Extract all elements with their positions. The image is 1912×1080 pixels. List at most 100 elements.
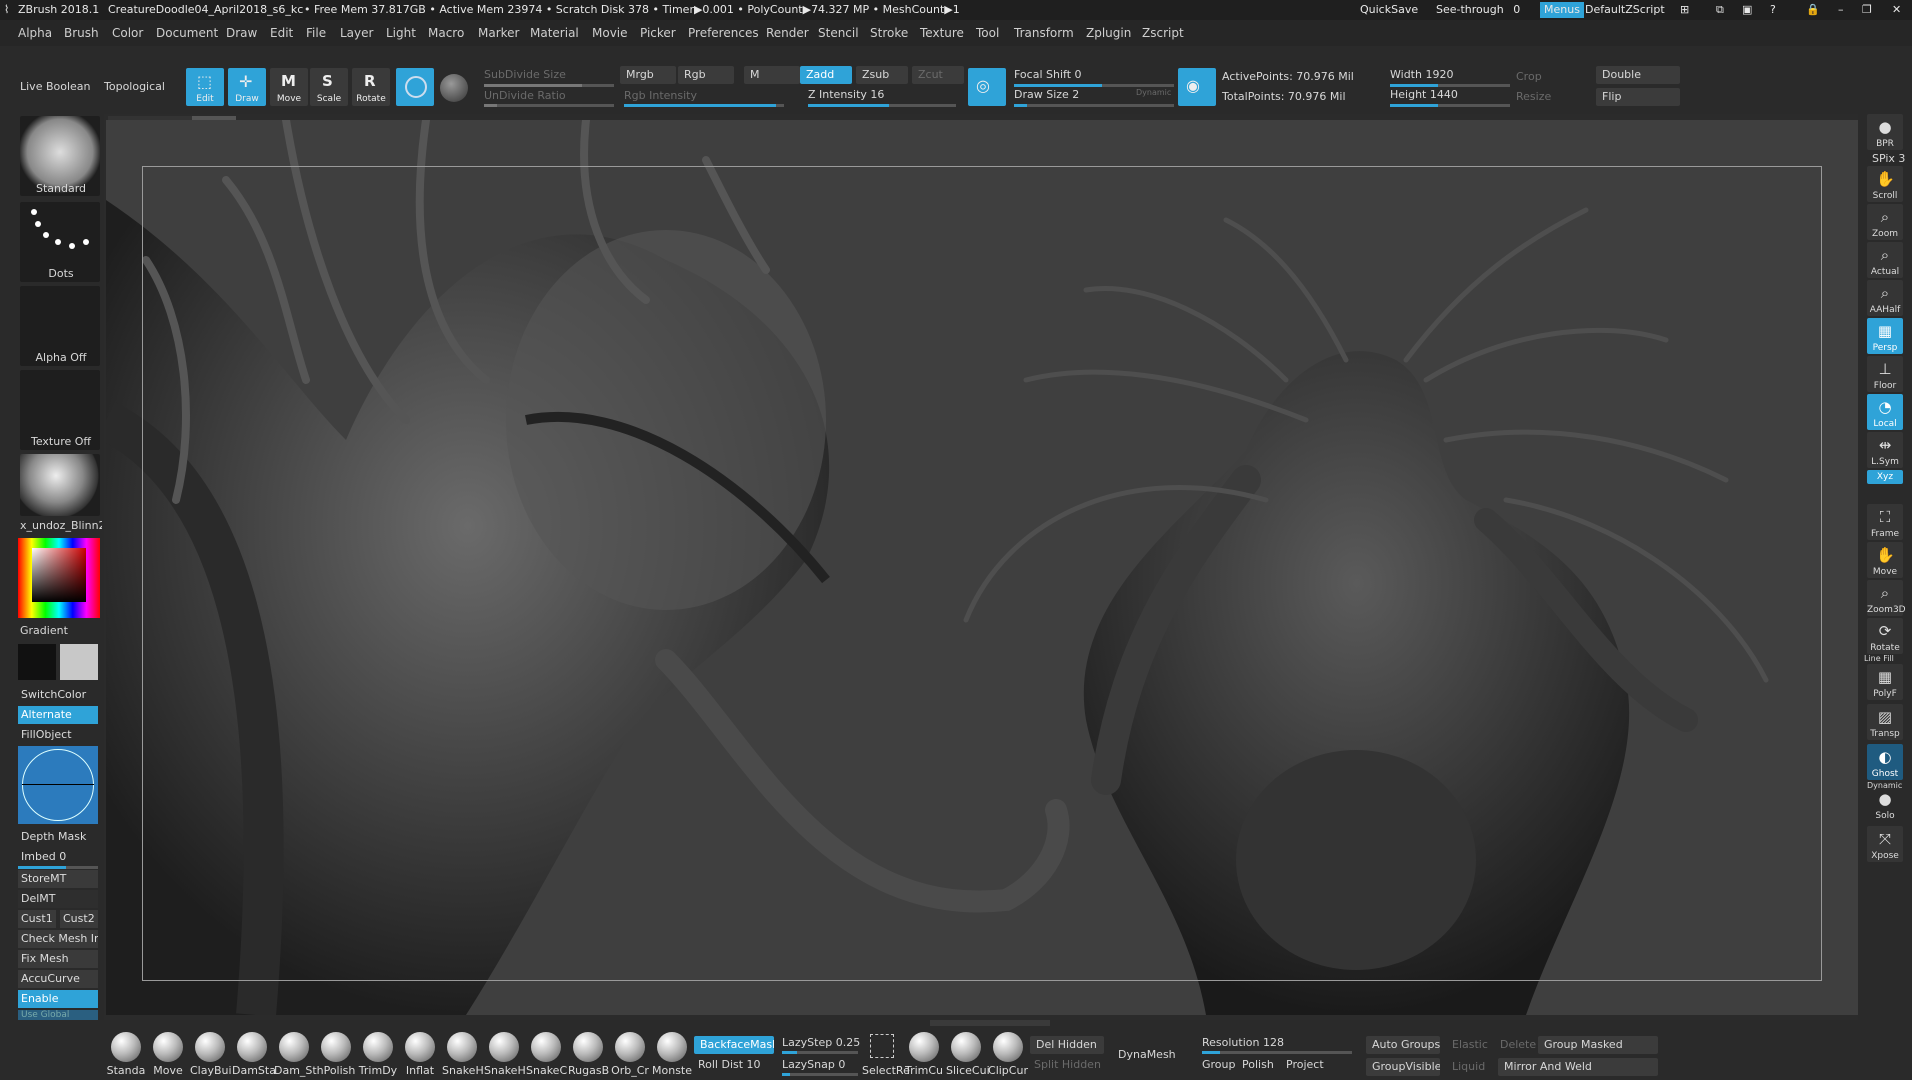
see-through-slider[interactable]: See-through 0 [1436, 0, 1526, 20]
draw-tool-button[interactable]: ✛ Draw [228, 68, 266, 106]
brush-slot-monster[interactable]: Monste [652, 1032, 692, 1077]
xyz-button[interactable]: Xyz [1867, 470, 1903, 484]
save-layout-icon[interactable]: ▣ [1742, 0, 1752, 20]
menu-alpha[interactable]: Alpha [18, 20, 52, 46]
auto-groups-button[interactable]: Auto Groups [1366, 1036, 1440, 1054]
draw-size-slider[interactable]: Draw Size 2 [1014, 88, 1079, 101]
sculptris-pro-button[interactable] [396, 68, 434, 106]
split-hidden-button[interactable]: Split Hidden [1034, 1058, 1101, 1071]
close-icon[interactable]: ✕ [1892, 0, 1901, 20]
alternate-button[interactable]: Alternate [18, 706, 98, 724]
brush-slot-snakecurve[interactable]: SnakeC [526, 1032, 567, 1077]
brush-slot-orb-cracks[interactable]: Orb_Cr [610, 1032, 650, 1077]
aahalf-button[interactable]: ⌕ AAHalf [1867, 280, 1903, 316]
rgb-button[interactable]: Rgb [678, 66, 734, 84]
menu-draw[interactable]: Draw [226, 20, 257, 46]
brush-slot-snakehook2[interactable]: SnakeH [484, 1032, 526, 1077]
clipcurve-button[interactable]: ClipCur [988, 1032, 1028, 1077]
cust2-button[interactable]: Cust2 [60, 910, 98, 928]
topological-button[interactable]: Topological [104, 80, 165, 93]
primary-color-swatch[interactable] [18, 644, 56, 680]
menu-color[interactable]: Color [112, 20, 143, 46]
flip-button[interactable]: Flip [1596, 88, 1680, 106]
menu-brush[interactable]: Brush [64, 20, 99, 46]
brush-slot-claybuildup[interactable]: ClayBui [190, 1032, 232, 1077]
liquid-toggle[interactable]: Liquid [1452, 1060, 1485, 1073]
z-intensity-slider[interactable]: Z Intensity 16 [808, 88, 884, 101]
brush-slot-standard[interactable]: Standa [106, 1032, 146, 1077]
brush-slot-rugas[interactable]: RugasB [568, 1032, 609, 1077]
secondary-color-swatch[interactable] [60, 644, 98, 680]
bpr-button[interactable]: ● BPR [1867, 114, 1903, 150]
xpose-button[interactable]: ⤧ Xpose [1867, 826, 1903, 862]
scroll-button[interactable]: ✋ Scroll [1867, 166, 1903, 202]
groupvisible-button[interactable]: GroupVisible [1366, 1058, 1440, 1076]
live-boolean-button[interactable]: Live Boolean [20, 80, 91, 93]
dynamic-toggle[interactable]: Dynamic [1136, 88, 1171, 97]
zoom-button[interactable]: ⌕ Zoom [1867, 204, 1903, 240]
mirror-and-weld-button[interactable]: Mirror And Weld [1498, 1058, 1658, 1076]
color-picker[interactable] [18, 538, 100, 618]
menu-document[interactable]: Document [156, 20, 218, 46]
brush-slot-damstandard[interactable]: DamSta [232, 1032, 276, 1077]
brush-slot-move[interactable]: Move [148, 1032, 188, 1077]
switchcolor-button[interactable]: SwitchColor [18, 686, 98, 704]
menu-tool[interactable]: Tool [976, 20, 999, 46]
cust1-button[interactable]: Cust1 [18, 910, 56, 928]
delete-toggle[interactable]: Delete [1500, 1038, 1536, 1051]
use-global-button[interactable]: Use Global [18, 1010, 98, 1020]
menus-toggle[interactable]: Menus [1540, 2, 1584, 18]
quicksave-button[interactable]: QuickSave [1360, 0, 1418, 20]
lazysnap-slider[interactable]: LazySnap 0 [782, 1058, 845, 1071]
menu-zplugin[interactable]: Zplugin [1086, 20, 1131, 46]
fillobject-button[interactable]: FillObject [18, 726, 98, 744]
menu-layer[interactable]: Layer [340, 20, 373, 46]
polyf-button[interactable]: ▦ PolyF [1867, 664, 1903, 700]
menu-zscript[interactable]: Zscript [1142, 20, 1184, 46]
zadd-button[interactable]: Zadd [800, 66, 852, 84]
imbed-slider[interactable]: Imbed 0 [18, 848, 98, 866]
floor-button[interactable]: ⊥ Floor [1867, 356, 1903, 392]
selectrect-button[interactable]: SelectRe [862, 1032, 910, 1077]
ghost-button[interactable]: ◐ Ghost [1867, 744, 1903, 780]
menu-preferences[interactable]: Preferences [688, 20, 759, 46]
menu-texture[interactable]: Texture [920, 20, 964, 46]
elastic-toggle[interactable]: Elastic [1452, 1038, 1488, 1051]
focal-shift-toggle[interactable]: ◎ [968, 68, 1006, 106]
edit-tool-button[interactable]: ⬚ Edit [186, 68, 224, 106]
menu-transform[interactable]: Transform [1014, 20, 1074, 46]
menu-edit[interactable]: Edit [270, 20, 293, 46]
help-icon[interactable]: ? [1770, 0, 1776, 20]
brush-slot-trimdynamic[interactable]: TrimDy [358, 1032, 398, 1077]
scale-tool-button[interactable]: S Scale [310, 68, 348, 106]
zsub-button[interactable]: Zsub [856, 66, 908, 84]
zcut-button[interactable]: Zcut [912, 66, 964, 84]
spix-slider[interactable]: SPix 3 [1872, 152, 1905, 165]
default-zscript-button[interactable]: DefaultZScript [1585, 0, 1665, 20]
move-view-button[interactable]: ✋ Move [1867, 542, 1903, 578]
menu-file[interactable]: File [306, 20, 326, 46]
gizmo-icon[interactable] [440, 74, 468, 102]
focal-shift-slider[interactable]: Focal Shift 0 [1014, 68, 1082, 81]
zoom3d-button[interactable]: ⌕ Zoom3D [1867, 580, 1906, 616]
restore-icon[interactable]: ❐ [1862, 0, 1872, 20]
dynamesh-project-toggle[interactable]: Project [1286, 1058, 1324, 1071]
window-icon[interactable]: ⧉ [1716, 0, 1724, 20]
local-button[interactable]: ◔ Local [1867, 394, 1903, 430]
rotate-view-button[interactable]: ⟳ Rotate [1867, 618, 1903, 654]
rgb-intensity-slider[interactable]: Rgb Intensity [624, 89, 697, 102]
m-button[interactable]: M [744, 66, 800, 84]
bottom-shelf-grip[interactable] [930, 1020, 1050, 1026]
transp-button[interactable]: ▨ Transp [1867, 704, 1903, 740]
menu-stencil[interactable]: Stencil [818, 20, 859, 46]
check-mesh-button[interactable]: Check Mesh In [18, 930, 98, 948]
draw-size-toggle[interactable]: ◉ [1178, 68, 1216, 106]
menu-marker[interactable]: Marker [478, 20, 519, 46]
menu-macro[interactable]: Macro [428, 20, 464, 46]
height-slider[interactable]: Height 1440 [1390, 88, 1458, 101]
layout-icon[interactable]: ⊞ [1680, 0, 1689, 20]
line-fill-toggle[interactable]: Line Fill [1864, 654, 1894, 663]
menu-movie[interactable]: Movie [592, 20, 628, 46]
resolution-slider[interactable]: Resolution 128 [1202, 1036, 1284, 1049]
lock-icon[interactable]: 🔒 [1806, 0, 1820, 20]
